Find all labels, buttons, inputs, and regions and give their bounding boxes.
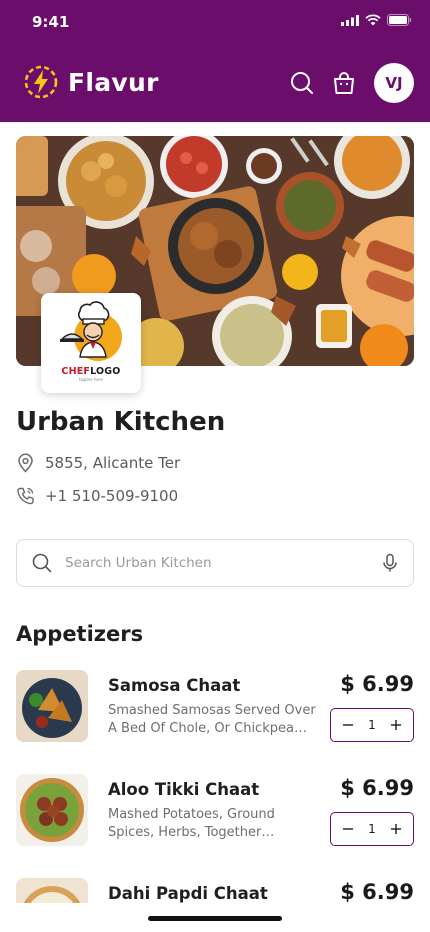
- decrement-button[interactable]: [339, 820, 357, 838]
- search-placeholder: Search Urban Kitchen: [65, 555, 212, 571]
- location-pin-icon: [18, 453, 33, 473]
- plus-icon: [390, 720, 401, 730]
- status-time: 9:41: [32, 13, 70, 31]
- app-logo[interactable]: Flavur: [22, 63, 159, 101]
- avatar[interactable]: VJ: [374, 63, 414, 103]
- phone-text: +1 510-509-9100: [45, 487, 179, 505]
- menu-item[interactable]: Samosa Chaat Smashed Samosas Served Over…: [16, 670, 414, 750]
- item-name: Dahi Papdi Chaat: [108, 884, 268, 903]
- item-description: Smashed Samosas Served Over A Bed Of Chol…: [108, 703, 316, 736]
- menu-item[interactable]: Aloo Tikki Chaat Mashed Potatoes, Ground…: [16, 774, 414, 854]
- app-header: 9:41 Flavur VJ: [0, 0, 430, 122]
- address-text: 5855, Alicante Ter: [45, 454, 181, 472]
- restaurant-name: Urban Kitchen: [16, 407, 226, 437]
- chef-logo-text: CHEFLOGO: [61, 366, 121, 377]
- restaurant-logo-card: CHEFLOGO tagline here: [41, 293, 141, 393]
- minus-icon: [343, 724, 353, 726]
- item-price: $ 6.99: [340, 776, 414, 800]
- item-price: $ 6.99: [340, 672, 414, 696]
- signal-icon: [341, 14, 359, 26]
- decrement-button[interactable]: [339, 716, 357, 734]
- increment-button[interactable]: [387, 820, 405, 838]
- item-name: Samosa Chaat: [108, 676, 241, 695]
- increment-button[interactable]: [387, 716, 405, 734]
- home-indicator: [148, 916, 282, 921]
- phone-row[interactable]: +1 510-509-9100: [16, 486, 178, 506]
- cart-button[interactable]: [327, 66, 361, 100]
- aloo-tikki-chaat-image: [16, 774, 88, 846]
- search-button[interactable]: [285, 66, 319, 100]
- quantity-value: 1: [368, 822, 376, 836]
- chef-logo-icon: [60, 301, 122, 361]
- flavur-logo-icon: [24, 65, 58, 99]
- item-description: Mashed Potatoes, Ground Spices, Herbs, To…: [108, 807, 275, 840]
- phone-icon: [17, 487, 34, 505]
- quantity-stepper: 1: [330, 708, 414, 742]
- search-input[interactable]: Search Urban Kitchen: [16, 539, 414, 587]
- section-title-appetizers: Appetizers: [16, 622, 144, 646]
- address-row: 5855, Alicante Ter: [16, 453, 180, 473]
- search-icon: [32, 553, 52, 573]
- minus-icon: [343, 828, 353, 830]
- plus-icon: [390, 824, 401, 834]
- quantity-stepper: 1: [330, 812, 414, 846]
- wifi-icon: [365, 14, 381, 26]
- quantity-value: 1: [368, 718, 376, 732]
- search-icon: [291, 72, 313, 94]
- status-icons: [341, 14, 412, 26]
- item-name: Aloo Tikki Chaat: [108, 780, 260, 799]
- cart-icon: [334, 72, 354, 94]
- item-price: $ 6.99: [340, 880, 414, 904]
- battery-icon: [387, 14, 412, 26]
- chef-logo-tagline: tagline here: [78, 377, 104, 382]
- app-name: Flavur: [68, 67, 159, 97]
- microphone-icon[interactable]: [381, 553, 399, 573]
- samosa-chaat-image: [16, 670, 88, 742]
